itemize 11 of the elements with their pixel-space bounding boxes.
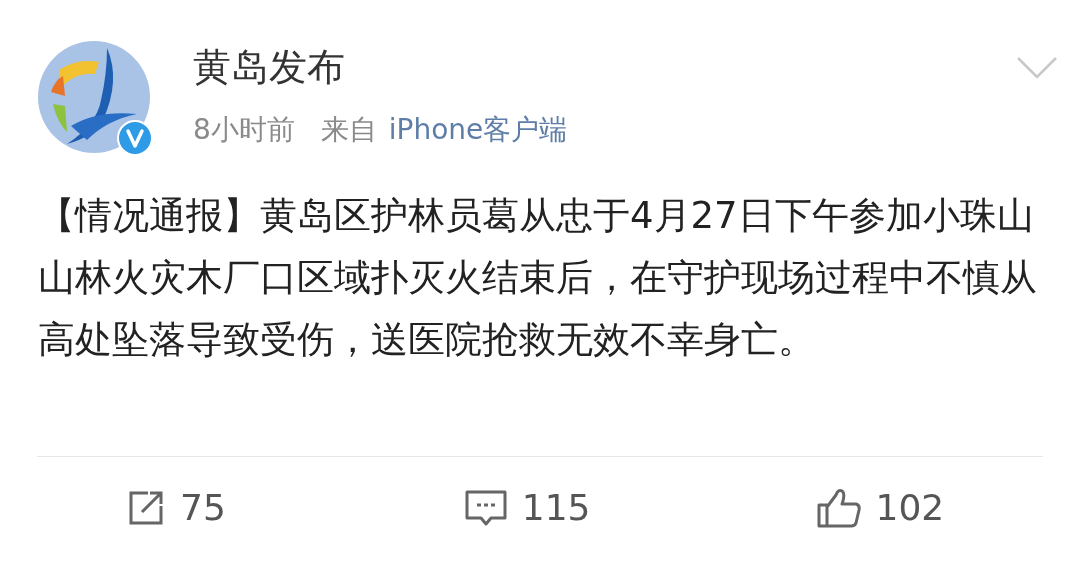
like-button[interactable]: 102 [815, 484, 945, 532]
source-label: 来自 [320, 112, 377, 148]
source-link[interactable]: iPhone客户端 [388, 110, 568, 150]
post-time: 8小时前 [193, 112, 295, 148]
avatar[interactable] [37, 40, 152, 155]
repost-button[interactable]: 75 [126, 484, 226, 532]
author-name[interactable]: 黄岛发布 [193, 42, 1016, 92]
thumbs-up-icon [815, 487, 862, 529]
comment-button[interactable]: 115 [463, 484, 591, 532]
post-text: 【情况通报】黄岛区护林员葛从忠于4月27日下午参加小珠山山林火灾木厂口区域扑灭火结束后，在守护现场过程中不慎从高处坠落导致受伤，送医院抢救无效不幸身亡。 [38, 193, 1038, 363]
comment-icon [463, 488, 508, 528]
